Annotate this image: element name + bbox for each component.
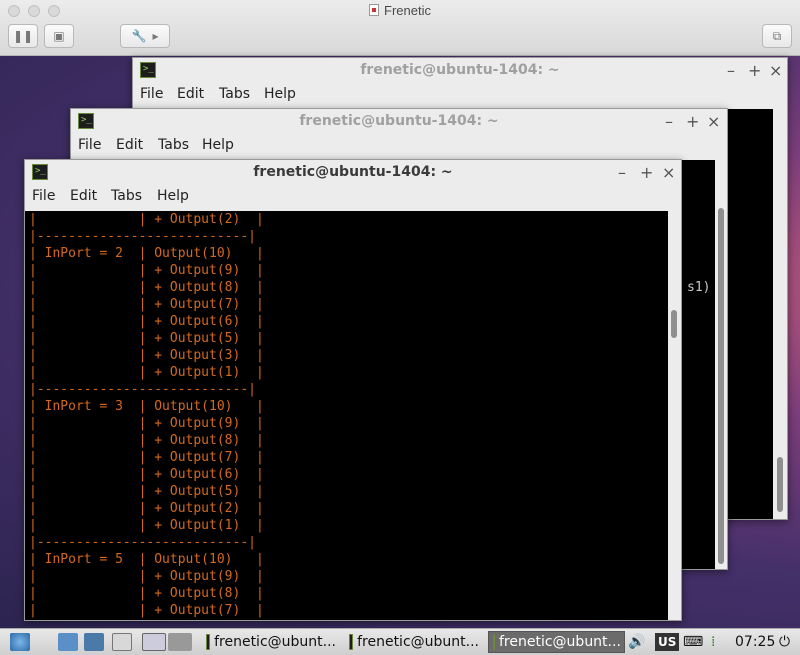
scrollbar[interactable] [716,160,727,569]
document-icon [369,4,380,16]
network-status-icon[interactable]: ⁞ [711,631,715,653]
menu-help[interactable]: Help [264,86,296,102]
close-button[interactable]: × [707,112,720,131]
scrollbar-thumb[interactable] [777,457,783,512]
menu-file[interactable]: File [32,188,55,204]
workspace-2-icon[interactable] [168,633,192,651]
taskbar: frenetic@ubunt... frenetic@ubunt... fren… [0,628,800,655]
window-title: frenetic@ubuntu-1404: ~ [299,113,499,129]
taskbar-task-2[interactable]: frenetic@ubunt... [344,631,484,653]
minimize-button[interactable]: – [665,112,673,131]
maximize-button[interactable]: + [748,61,761,80]
terminal-visible-text: s1) [687,280,711,295]
network-icon[interactable] [84,633,104,651]
titlebar[interactable]: >_ frenetic@ubuntu-1404: ~ – + × [71,109,727,133]
snapshot-icon: ▣ [53,29,65,43]
scrollbar[interactable] [669,211,681,620]
menubar: File Edit Tabs Help [71,133,727,159]
terminal-icon [493,634,495,650]
menu-help[interactable]: Help [202,137,234,153]
window-mode-icon: ⧉ [772,28,782,43]
menu-file[interactable]: File [78,137,101,153]
keyboard-icon[interactable]: ⌨ [683,631,703,653]
menubar: File Edit Tabs Help [25,184,681,210]
menu-edit[interactable]: Edit [116,137,143,153]
pause-button[interactable]: ❚❚ [8,24,38,48]
window-title: frenetic@ubuntu-1404: ~ [360,62,560,78]
workspace-1-icon[interactable] [142,633,166,651]
menu-help[interactable]: Help [157,188,189,204]
task-label: frenetic@ubunt... [499,634,621,650]
task-label: frenetic@ubunt... [214,634,336,650]
menu-tabs[interactable]: Tabs [158,137,189,153]
start-menu-icon[interactable] [10,633,30,651]
taskbar-task-3[interactable]: frenetic@ubunt... [488,631,625,653]
terminal-icon [206,634,211,650]
close-button[interactable]: × [662,163,675,182]
host-titlebar: Frenetic ❚❚ ▣ 🔧 ▸ ⧉ [0,0,800,56]
file-manager-icon[interactable] [58,633,78,651]
chevron-right-icon: ▸ [152,29,159,43]
terminal-screen[interactable]: | | + Output(2) | |---------------------… [25,211,668,620]
menu-edit[interactable]: Edit [177,86,204,102]
settings-button[interactable]: 🔧 ▸ [120,24,170,48]
titlebar[interactable]: >_ frenetic@ubuntu-1404: ~ – + × [25,160,681,184]
minimize-button[interactable]: – [618,163,626,182]
close-button[interactable]: × [769,61,782,80]
window-mode-button[interactable]: ⧉ [762,24,792,48]
menu-file[interactable]: File [140,86,163,102]
terminal-window-front[interactable]: >_ frenetic@ubuntu-1404: ~ – + × File Ed… [24,159,682,621]
maximize-button[interactable]: + [686,112,699,131]
scrollbar[interactable] [775,109,787,519]
scrollbar-thumb[interactable] [718,208,724,564]
titlebar[interactable]: >_ frenetic@ubuntu-1404: ~ – + × [133,58,787,82]
terminal-icon [349,634,354,650]
window-title: frenetic@ubuntu-1404: ~ [253,164,453,180]
task-label: frenetic@ubunt... [357,634,479,650]
menu-tabs[interactable]: Tabs [219,86,250,102]
pause-icon: ❚❚ [12,29,34,43]
host-title-text: Frenetic [384,3,431,18]
volume-icon[interactable]: 🔊 [628,631,645,653]
clock[interactable]: 07:25 [735,631,775,653]
host-window-title: Frenetic [0,3,800,18]
wrench-icon: 🔧 [131,29,147,43]
power-icon[interactable]: ⏻ [779,631,790,653]
taskbar-task-1[interactable]: frenetic@ubunt... [201,631,341,653]
keyboard-layout[interactable]: US [655,633,680,651]
terminal-output: | | + Output(2) | |---------------------… [29,212,264,618]
menu-edit[interactable]: Edit [70,188,97,204]
menubar: File Edit Tabs Help [133,82,787,108]
snapshot-button[interactable]: ▣ [44,24,74,48]
window-icon[interactable] [112,633,132,651]
menu-tabs[interactable]: Tabs [111,188,142,204]
maximize-button[interactable]: + [640,163,653,182]
minimize-button[interactable]: – [727,61,735,80]
scrollbar-thumb[interactable] [671,310,677,338]
